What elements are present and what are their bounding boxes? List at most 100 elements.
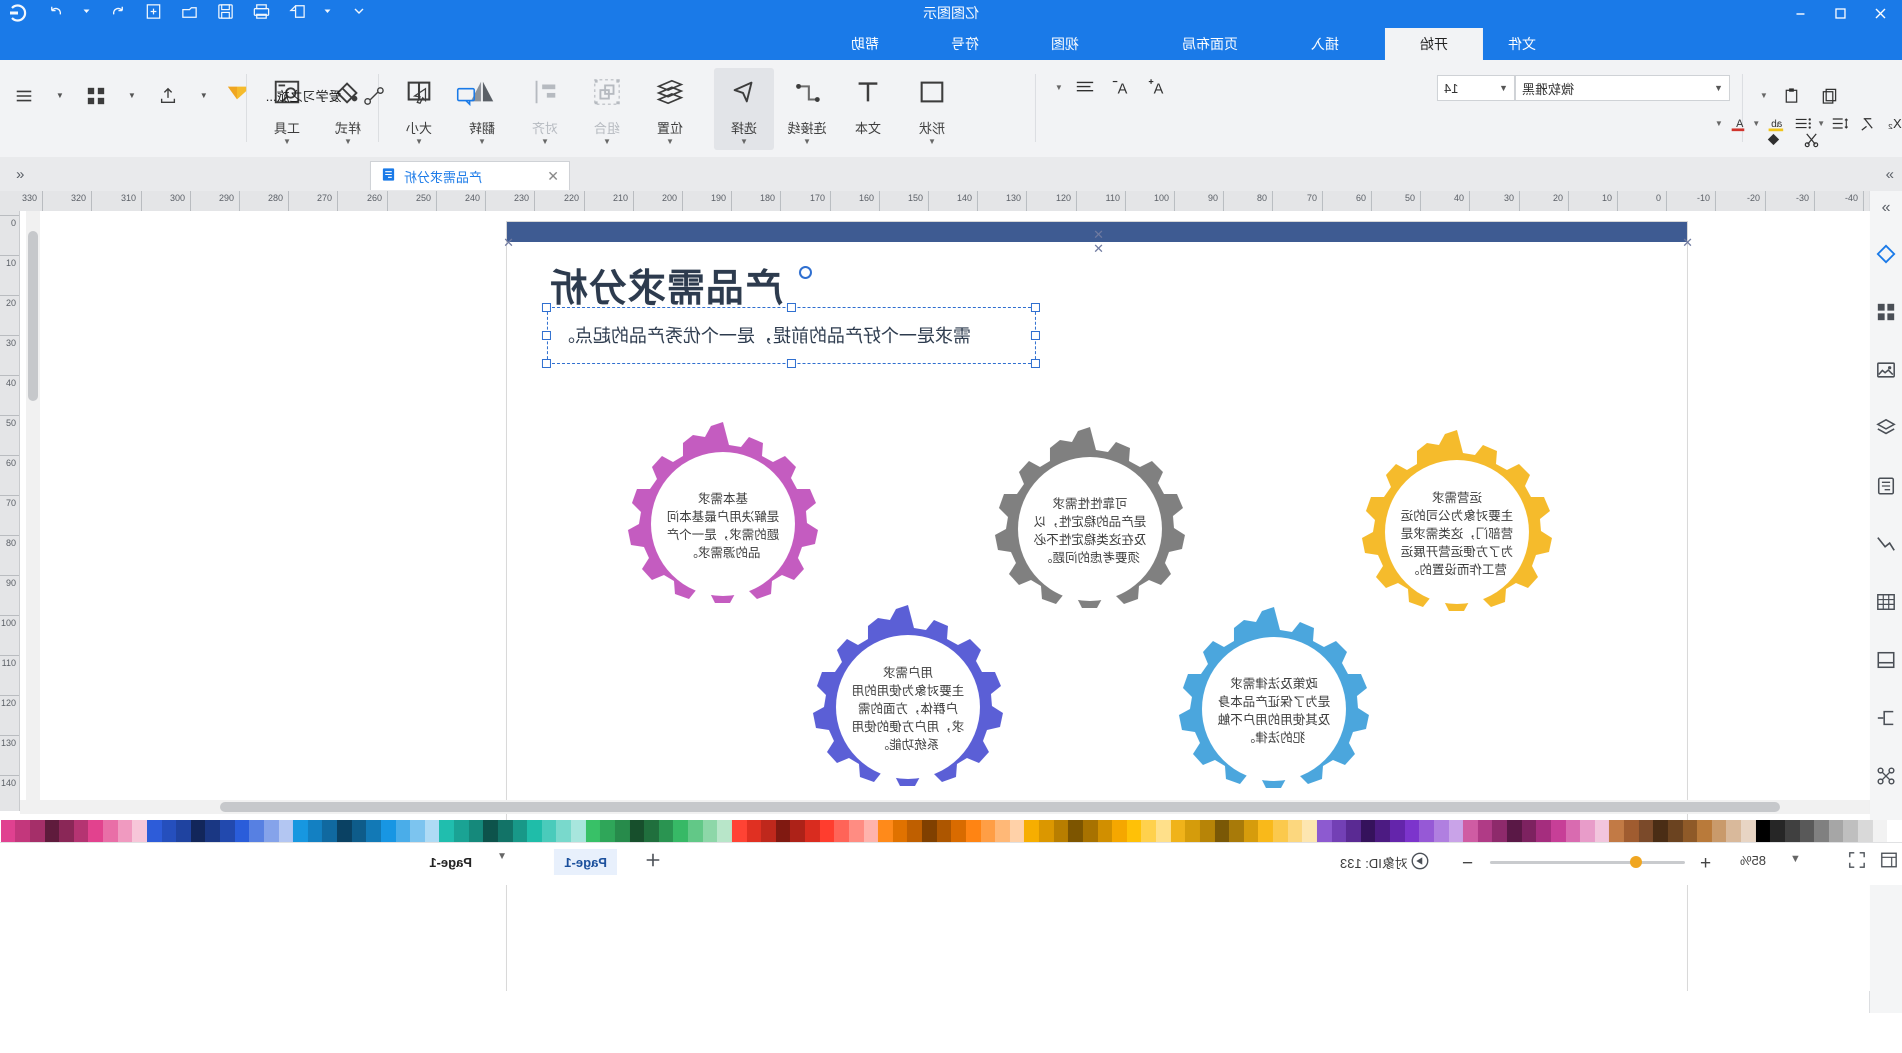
color-swatch[interactable] bbox=[1331, 820, 1347, 842]
color-swatch[interactable] bbox=[1024, 820, 1040, 842]
color-swatch[interactable] bbox=[1258, 820, 1274, 842]
color-swatch[interactable] bbox=[1112, 820, 1127, 842]
zoom-in-button[interactable]: + bbox=[1700, 853, 1711, 875]
color-swatch[interactable] bbox=[176, 820, 191, 842]
vertical-scrollbar[interactable] bbox=[26, 211, 40, 811]
increase-font-icon[interactable]: A bbox=[1143, 74, 1171, 100]
page-tab-other[interactable]: Page-1 bbox=[419, 849, 482, 875]
resize-handle-br[interactable] bbox=[542, 359, 551, 368]
gear-operations[interactable]: 运营需求 主要对象为公司的运营部门，这类需求是为了方便运营开展运营工作而设置的。 bbox=[1351, 428, 1563, 640]
color-swatch[interactable] bbox=[1594, 820, 1610, 842]
color-swatch[interactable] bbox=[644, 820, 659, 842]
color-swatch[interactable] bbox=[1697, 820, 1712, 842]
sidebar-item-chart[interactable] bbox=[1870, 515, 1902, 573]
chevron-down-icon[interactable]: ▼ bbox=[603, 137, 611, 146]
color-swatch[interactable] bbox=[1726, 820, 1742, 842]
font-family-caret-icon[interactable]: ▼ bbox=[1714, 83, 1723, 93]
color-swatch[interactable] bbox=[892, 820, 908, 842]
new-icon[interactable] bbox=[143, 2, 163, 22]
sidebar-item-templates[interactable] bbox=[1870, 283, 1902, 341]
recent-template-label[interactable]: 爱学习之旅... bbox=[266, 86, 342, 105]
resize-handle-bc[interactable] bbox=[787, 359, 796, 368]
color-swatch[interactable] bbox=[1536, 820, 1551, 842]
clear-format-icon[interactable] bbox=[1855, 110, 1880, 136]
expand-left-icon[interactable]: « bbox=[16, 166, 24, 183]
page-handle-top[interactable]: ✕ bbox=[1093, 227, 1104, 242]
color-swatch[interactable] bbox=[337, 820, 352, 842]
color-swatch[interactable] bbox=[717, 820, 732, 842]
customize-qat-icon[interactable] bbox=[348, 2, 368, 22]
color-swatch[interactable] bbox=[615, 820, 630, 842]
horizontal-ruler[interactable]: -40 -30 -20 -10 0 10 20 30 40 50 60 70 80 90 100 110 120… bbox=[0, 191, 1870, 212]
sidebar-item-connector-tools[interactable] bbox=[1870, 747, 1902, 805]
color-swatch[interactable] bbox=[1214, 820, 1230, 842]
resize-handle-tr[interactable] bbox=[542, 303, 551, 312]
color-swatch[interactable] bbox=[468, 820, 484, 842]
color-swatch[interactable] bbox=[1156, 820, 1171, 842]
resize-handle-tc[interactable] bbox=[787, 303, 796, 312]
color-swatch[interactable] bbox=[966, 820, 981, 842]
color-swatch[interactable] bbox=[980, 820, 996, 842]
color-swatch[interactable] bbox=[1785, 820, 1800, 842]
zoom-slider-track[interactable] bbox=[1490, 861, 1685, 864]
color-swatch[interactable] bbox=[1580, 820, 1595, 842]
color-swatch[interactable] bbox=[1097, 820, 1113, 842]
gear-basic[interactable]: 基本需求 是解决用户最基本问题的需求，是一个产品的源需求。 bbox=[617, 420, 829, 632]
color-swatch[interactable] bbox=[1799, 820, 1815, 842]
color-swatch[interactable] bbox=[1229, 820, 1244, 842]
shapes-connect-icon[interactable] bbox=[360, 83, 388, 109]
color-swatch[interactable] bbox=[775, 820, 791, 842]
color-swatch[interactable] bbox=[0, 820, 16, 842]
ribbon-group-tools[interactable]: 工具 ▼ bbox=[258, 68, 316, 150]
color-swatch[interactable] bbox=[907, 820, 923, 842]
color-swatch[interactable] bbox=[454, 820, 469, 842]
color-swatch[interactable] bbox=[307, 820, 323, 842]
color-swatch[interactable] bbox=[1317, 820, 1332, 842]
save-icon[interactable] bbox=[215, 2, 235, 22]
undo-icon[interactable] bbox=[107, 2, 127, 22]
sidebar-item-frame[interactable] bbox=[1870, 631, 1902, 689]
color-swatch[interactable] bbox=[264, 820, 279, 842]
color-swatch[interactable] bbox=[658, 820, 674, 842]
color-swatch[interactable] bbox=[527, 820, 542, 842]
zoom-out-button[interactable]: − bbox=[1462, 853, 1473, 875]
ribbon-group-select[interactable]: 选择 ▼ bbox=[714, 68, 774, 150]
color-swatch[interactable] bbox=[1083, 820, 1098, 842]
color-swatch[interactable] bbox=[1668, 820, 1683, 842]
color-swatch[interactable] bbox=[1419, 820, 1434, 842]
color-swatch[interactable] bbox=[1463, 820, 1478, 842]
color-swatch[interactable] bbox=[1039, 820, 1054, 842]
color-swatch[interactable] bbox=[1653, 820, 1668, 842]
tab-symbols[interactable]: 符号 bbox=[930, 28, 1000, 60]
tab-file[interactable]: 文件 bbox=[1487, 28, 1557, 60]
vertical-scroll-thumb[interactable] bbox=[28, 231, 38, 401]
comment-icon[interactable] bbox=[452, 83, 480, 109]
qat-caret-icon[interactable] bbox=[323, 2, 332, 22]
color-swatch[interactable] bbox=[59, 820, 74, 842]
template-caret-icon[interactable]: ▼ bbox=[200, 91, 208, 100]
slide-title[interactable]: 产品需求分析 bbox=[549, 257, 783, 312]
zoom-slider-knob[interactable] bbox=[1630, 856, 1642, 868]
color-swatch[interactable] bbox=[688, 820, 703, 842]
color-swatch[interactable] bbox=[556, 820, 572, 842]
color-swatch[interactable] bbox=[73, 820, 89, 842]
color-swatch[interactable] bbox=[147, 820, 162, 842]
page-handle-right[interactable]: ✕ bbox=[503, 235, 514, 250]
redo-icon[interactable] bbox=[46, 2, 66, 22]
color-swatch[interactable] bbox=[600, 820, 615, 842]
color-swatch[interactable] bbox=[1624, 820, 1639, 842]
print-icon[interactable] bbox=[251, 2, 271, 22]
text-color-caret-icon[interactable]: ▼ bbox=[1715, 119, 1723, 128]
sidebar-item-notes[interactable] bbox=[1870, 457, 1902, 515]
font-family-select[interactable]: ▼ 微软雅黑 bbox=[1515, 75, 1730, 101]
color-swatch[interactable] bbox=[1346, 820, 1361, 842]
color-swatch[interactable] bbox=[951, 820, 966, 842]
grid-view-icon[interactable] bbox=[82, 83, 110, 109]
color-swatch[interactable] bbox=[278, 820, 294, 842]
color-swatch[interactable] bbox=[1200, 820, 1215, 842]
align-text-icon[interactable] bbox=[1071, 74, 1099, 100]
line-spacing-icon[interactable] bbox=[1827, 110, 1852, 136]
color-swatch[interactable] bbox=[1375, 820, 1391, 842]
color-swatch[interactable] bbox=[132, 820, 147, 842]
color-swatch[interactable] bbox=[1273, 820, 1288, 842]
